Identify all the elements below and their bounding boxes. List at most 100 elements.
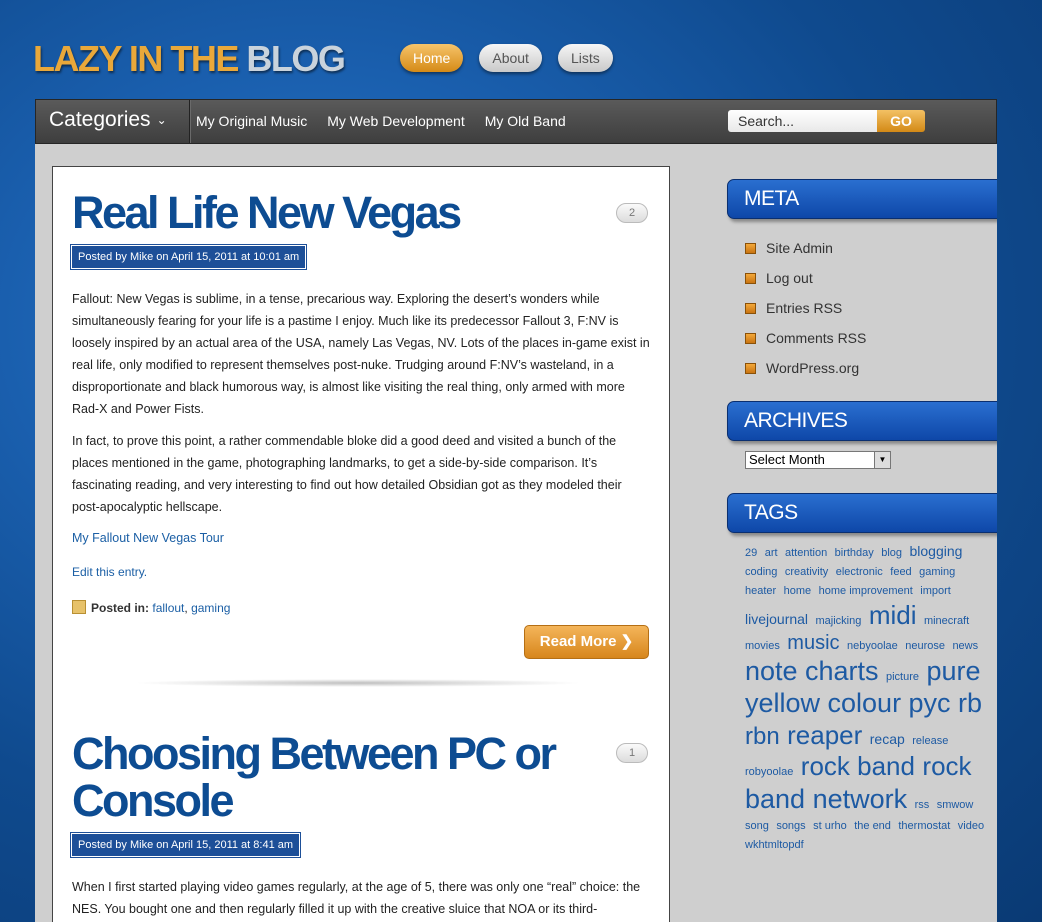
tag-cloud-link[interactable]: pure — [926, 656, 980, 686]
tag-cloud-link[interactable]: blog — [881, 547, 902, 559]
site-title-part1: LAZY IN THE — [33, 38, 239, 79]
category-navbar: Categories ⌄ My Original Music My Web Dev… — [35, 99, 997, 144]
tag-cloud-link[interactable]: electronic — [836, 566, 883, 578]
post-meta: Posted by Mike on April 15, 2011 at 8:41… — [72, 834, 300, 856]
site-logo[interactable]: LAZY IN THE BLOG — [33, 38, 346, 80]
tag-cloud-link[interactable]: import — [920, 585, 951, 597]
meta-link-label: Comments RSS — [766, 330, 867, 346]
tag-cloud-link[interactable]: heater — [745, 585, 776, 597]
tag-cloud-link[interactable]: minecraft — [924, 615, 969, 627]
tag-cloud-link[interactable]: rss — [915, 799, 930, 811]
archives-select-value: Select Month — [749, 452, 825, 467]
tag-cloud-link[interactable]: livejournal — [745, 611, 808, 627]
tag-cloud-link[interactable]: rock — [922, 751, 971, 781]
meta-link-label: Site Admin — [766, 240, 833, 256]
nav-link-old-band[interactable]: My Old Band — [485, 100, 566, 143]
tour-link[interactable]: My Fallout New Vegas Tour — [72, 531, 224, 545]
tag-cloud-link[interactable]: reaper — [787, 720, 862, 750]
tag-cloud-link[interactable]: recap — [870, 731, 905, 747]
tag-cloud-link[interactable]: songs — [776, 820, 805, 832]
tag-cloud-link[interactable]: rock band — [801, 751, 915, 781]
tag-cloud-link[interactable]: the end — [854, 820, 891, 832]
posted-in-label: Posted in: — [91, 601, 150, 615]
tag-cloud-link[interactable]: home — [784, 585, 812, 597]
tag-cloud-link[interactable]: note — [745, 656, 798, 686]
dropdown-arrow-icon: ▼ — [874, 452, 890, 468]
archives-select[interactable]: Select Month ▼ — [745, 451, 891, 469]
tag-cloud-link[interactable]: charts — [805, 656, 879, 686]
tag-cloud-link[interactable]: attention — [785, 547, 827, 559]
tag-cloud-link[interactable]: movies — [745, 640, 780, 652]
tag-cloud-link[interactable]: gaming — [919, 566, 955, 578]
edit-entry-link[interactable]: Edit this entry. — [72, 565, 147, 579]
comment-count-bubble[interactable]: 2 — [616, 203, 648, 223]
folder-icon — [72, 600, 86, 614]
nav-link-web-development[interactable]: My Web Development — [327, 100, 464, 143]
tag-cloud-link[interactable]: thermostat — [898, 820, 950, 832]
meta-link-site-admin[interactable]: Site Admin — [745, 240, 866, 270]
meta-widget-title: META — [727, 179, 997, 219]
read-more-label: Read More — [539, 633, 617, 650]
top-navigation: Home About Lists — [400, 44, 613, 72]
tag-cloud-link[interactable]: st urho — [813, 820, 847, 832]
meta-link-log-out[interactable]: Log out — [745, 270, 866, 300]
tag-cloud-link[interactable]: wkhtmltopdf — [745, 839, 804, 851]
post-list: Real Life New Vegas 2 Posted by Mike on … — [52, 166, 670, 922]
tag-cloud-link[interactable]: 29 — [745, 547, 757, 559]
search-input[interactable] — [728, 110, 878, 132]
tag-cloud-link[interactable]: news — [952, 640, 978, 652]
tag-cloud-link[interactable]: picture — [886, 671, 919, 683]
tag-link-gaming[interactable]: gaming — [191, 601, 230, 615]
nav-link-original-music[interactable]: My Original Music — [196, 100, 307, 143]
nav-home-button[interactable]: Home — [400, 44, 464, 72]
read-more-button[interactable]: Read More ❯ — [524, 625, 649, 659]
meta-link-wordpress[interactable]: WordPress.org — [745, 360, 866, 390]
tag-cloud-link[interactable]: song — [745, 820, 769, 832]
bullet-icon — [745, 363, 756, 374]
tag-cloud-link[interactable]: band network — [745, 784, 907, 814]
post-title[interactable]: Choosing Between PC or Console — [72, 730, 592, 824]
tag-cloud-link[interactable]: birthday — [835, 547, 874, 559]
tag-cloud-link[interactable]: coding — [745, 566, 777, 578]
main-area: Real Life New Vegas 2 Posted by Mike on … — [35, 144, 997, 922]
tag-cloud-link[interactable]: art — [765, 547, 778, 559]
tag-cloud-link[interactable]: blogging — [910, 543, 963, 559]
tag-cloud-link[interactable]: creativity — [785, 566, 828, 578]
tag-cloud-link[interactable]: nebyoolae — [847, 640, 898, 652]
tag-cloud-link[interactable]: rb — [958, 688, 982, 718]
tag-cloud-link[interactable]: smwow — [937, 799, 974, 811]
bullet-icon — [745, 333, 756, 344]
tag-cloud-link[interactable]: video — [958, 820, 984, 832]
search-go-button[interactable]: GO — [877, 110, 925, 132]
tag-cloud-link[interactable]: feed — [890, 566, 911, 578]
post-divider — [133, 679, 583, 687]
meta-link-entries-rss[interactable]: Entries RSS — [745, 300, 866, 330]
chevron-down-icon: ⌄ — [156, 113, 167, 127]
site-title-part2: BLOG — [246, 38, 346, 79]
bullet-icon — [745, 243, 756, 254]
post-paragraph: When I first started playing video games… — [72, 880, 641, 916]
nav-lists-button[interactable]: Lists — [557, 44, 613, 72]
meta-link-comments-rss[interactable]: Comments RSS — [745, 330, 866, 360]
bullet-icon — [745, 303, 756, 314]
tag-cloud-link[interactable]: yellow colour — [745, 688, 901, 718]
tag-cloud-link[interactable]: music — [787, 632, 839, 654]
tag-cloud-link[interactable]: midi — [869, 600, 917, 630]
nav-about-button[interactable]: About — [479, 44, 542, 72]
tag-link-fallout[interactable]: fallout — [152, 601, 184, 615]
tag-cloud-link[interactable]: majicking — [816, 615, 862, 627]
post-paragraph: Fallout: New Vegas is sublime, in a tens… — [72, 292, 650, 416]
bullet-icon — [745, 273, 756, 284]
tag-cloud-link[interactable]: rbn — [745, 723, 780, 750]
tag-cloud-link[interactable]: robyoolae — [745, 766, 793, 778]
tags-widget-title: TAGS — [727, 493, 997, 533]
comment-count-bubble[interactable]: 1 — [616, 743, 648, 763]
tag-cloud-link[interactable]: release — [912, 735, 948, 747]
tag-cloud-link[interactable]: home improvement — [819, 585, 913, 597]
tag-cloud-link[interactable]: pyc — [909, 688, 951, 718]
categories-dropdown[interactable]: Categories ⌄ — [36, 100, 190, 143]
post-title[interactable]: Real Life New Vegas — [72, 189, 592, 236]
tag-cloud-link[interactable]: neurose — [905, 640, 945, 652]
chevron-right-icon: ❯ — [620, 633, 634, 650]
meta-link-label: Entries RSS — [766, 300, 843, 316]
